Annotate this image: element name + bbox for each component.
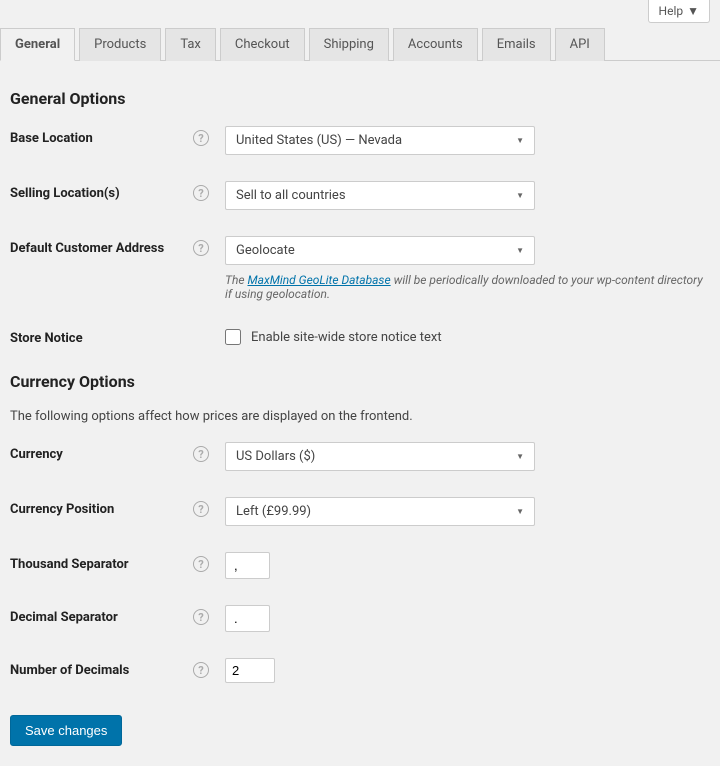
currency-options-heading: Currency Options bbox=[10, 372, 710, 391]
default-customer-address-label: Default Customer Address bbox=[10, 241, 185, 256]
selling-locations-label: Selling Location(s) bbox=[10, 186, 185, 201]
tab-accounts[interactable]: Accounts bbox=[393, 28, 478, 61]
tab-general[interactable]: General bbox=[0, 28, 75, 61]
caret-down-icon: ▼ bbox=[516, 191, 524, 200]
thousand-separator-input[interactable] bbox=[225, 552, 270, 579]
help-icon[interactable]: ? bbox=[193, 130, 209, 146]
caret-down-icon: ▼ bbox=[516, 246, 524, 255]
tab-shipping[interactable]: Shipping bbox=[309, 28, 389, 61]
geolocate-hint: The MaxMind GeoLite Database will be per… bbox=[225, 273, 705, 301]
base-location-value: United States (US) — Nevada bbox=[236, 133, 402, 148]
help-icon[interactable]: ? bbox=[193, 501, 209, 517]
caret-down-icon: ▼ bbox=[516, 507, 524, 516]
save-changes-button[interactable]: Save changes bbox=[10, 715, 122, 746]
number-of-decimals-input[interactable] bbox=[225, 658, 275, 683]
base-location-label: Base Location bbox=[10, 131, 185, 146]
tab-emails[interactable]: Emails bbox=[482, 28, 551, 61]
settings-tabs: General Products Tax Checkout Shipping A… bbox=[0, 27, 720, 61]
tab-products[interactable]: Products bbox=[79, 28, 161, 61]
store-notice-checkbox[interactable] bbox=[225, 329, 241, 345]
selling-locations-select[interactable]: Sell to all countries ▼ bbox=[225, 181, 535, 210]
default-customer-address-select[interactable]: Geolocate ▼ bbox=[225, 236, 535, 265]
currency-desc: The following options affect how prices … bbox=[10, 409, 710, 424]
help-icon[interactable]: ? bbox=[193, 185, 209, 201]
help-label: Help bbox=[659, 4, 684, 18]
thousand-separator-label: Thousand Separator bbox=[10, 557, 185, 572]
selling-locations-value: Sell to all countries bbox=[236, 188, 346, 203]
decimal-separator-label: Decimal Separator bbox=[10, 610, 185, 625]
help-icon[interactable]: ? bbox=[193, 446, 209, 462]
default-customer-address-value: Geolocate bbox=[236, 243, 295, 258]
caret-down-icon: ▼ bbox=[516, 452, 524, 461]
help-icon[interactable]: ? bbox=[193, 240, 209, 256]
decimal-separator-input[interactable] bbox=[225, 605, 270, 632]
currency-value: US Dollars ($) bbox=[236, 449, 315, 464]
help-icon[interactable]: ? bbox=[193, 662, 209, 678]
currency-position-value: Left (£99.99) bbox=[236, 504, 311, 519]
currency-position-select[interactable]: Left (£99.99) ▼ bbox=[225, 497, 535, 526]
store-notice-label: Store Notice bbox=[10, 331, 215, 346]
tab-tax[interactable]: Tax bbox=[165, 28, 216, 61]
currency-label: Currency bbox=[10, 447, 185, 462]
help-tab[interactable]: Help ▼ bbox=[648, 0, 710, 23]
general-options-heading: General Options bbox=[10, 89, 710, 108]
caret-down-icon: ▼ bbox=[516, 136, 524, 145]
help-icon[interactable]: ? bbox=[193, 609, 209, 625]
base-location-select[interactable]: United States (US) — Nevada ▼ bbox=[225, 126, 535, 155]
maxmind-link[interactable]: MaxMind GeoLite Database bbox=[247, 273, 390, 287]
tab-checkout[interactable]: Checkout bbox=[220, 28, 305, 61]
help-icon[interactable]: ? bbox=[193, 556, 209, 572]
store-notice-checkbox-label: Enable site-wide store notice text bbox=[251, 330, 442, 345]
number-of-decimals-label: Number of Decimals bbox=[10, 663, 185, 678]
currency-position-label: Currency Position bbox=[10, 502, 185, 517]
currency-select[interactable]: US Dollars ($) ▼ bbox=[225, 442, 535, 471]
tab-api[interactable]: API bbox=[555, 28, 605, 61]
caret-down-icon: ▼ bbox=[687, 4, 699, 18]
